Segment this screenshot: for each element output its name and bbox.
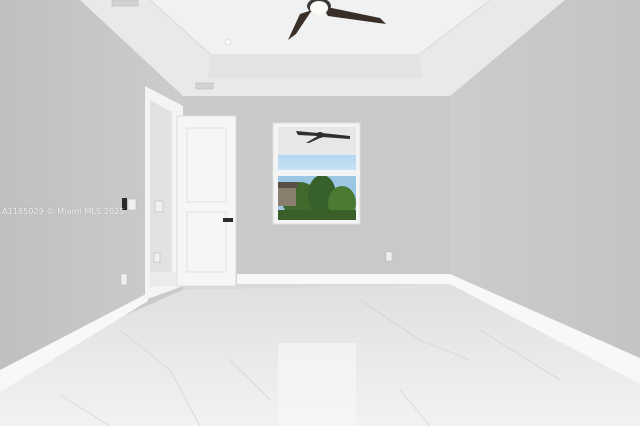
baseboard-back (237, 274, 450, 284)
ceiling-vent-top (111, 0, 139, 7)
floor-reflection (278, 343, 356, 426)
doorway-interior (150, 100, 172, 288)
window-mullion (273, 170, 360, 176)
light-switch-door (154, 200, 164, 213)
watermark: A1185029 © Miami MLS 2025 (2, 207, 125, 216)
light-switch-left (127, 198, 137, 211)
smoke-detector (224, 38, 232, 46)
outlet-back (385, 251, 393, 262)
tray-ceiling-edge (208, 54, 422, 78)
outlet-doorway (153, 252, 161, 263)
window-ceiling-reflection (278, 127, 356, 155)
door-handle (223, 218, 233, 222)
outlet-left (120, 273, 128, 286)
doorway-floor (150, 272, 176, 286)
room-photo: A1185029 © Miami MLS 2025 (0, 0, 640, 426)
ceiling-vent-back (195, 82, 214, 90)
door (176, 115, 237, 287)
